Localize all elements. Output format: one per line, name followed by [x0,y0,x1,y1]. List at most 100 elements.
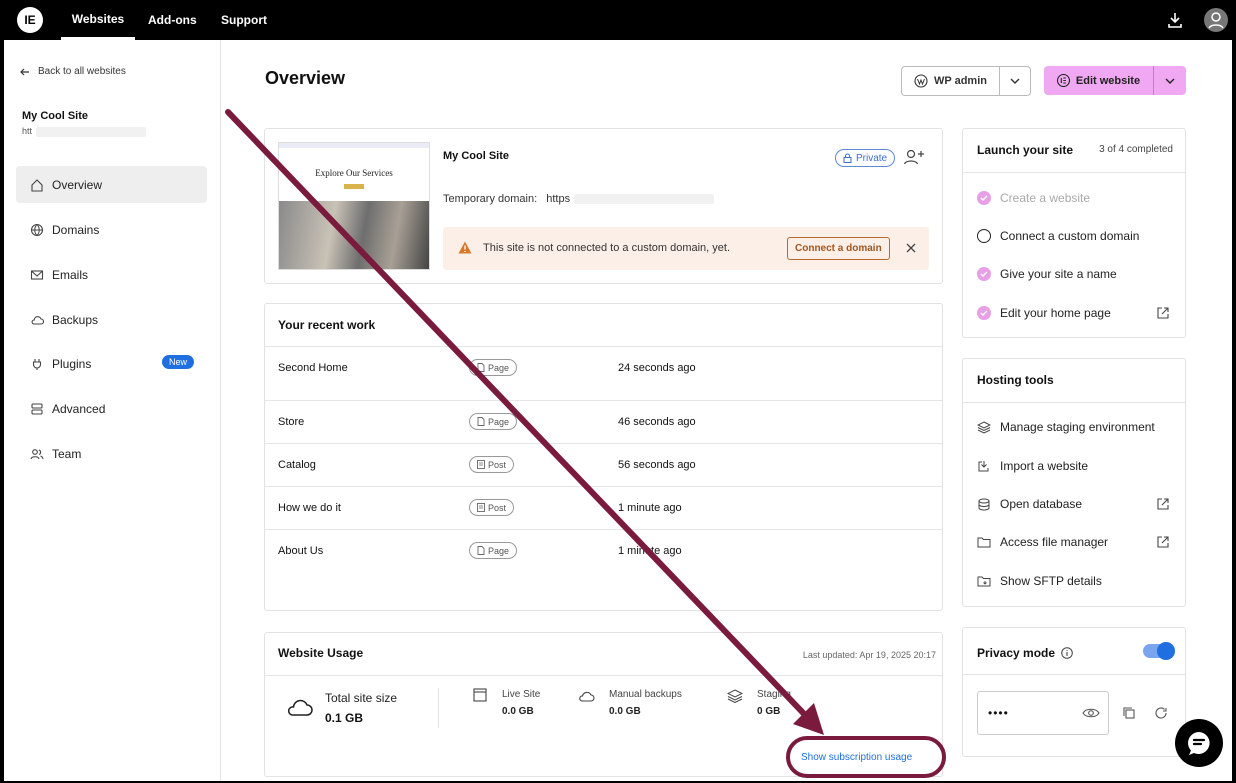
tool-database[interactable]: Open database [977,497,1082,511]
type-label: Post [488,459,507,470]
close-icon[interactable] [906,243,916,253]
copy-icon[interactable] [1122,706,1136,720]
sidebar-item-plugins[interactable]: Plugins New [16,345,207,382]
wp-admin-main[interactable]: WP admin [902,67,1000,95]
launch-title: Launch your site [977,143,1074,157]
sidebar-item-domains[interactable]: Domains [16,211,207,248]
external-link-icon[interactable] [1156,497,1170,511]
warning-icon [458,241,472,254]
launch-item-name[interactable]: Give your site a name [977,267,1117,281]
table-row[interactable]: Second Home Page 24 seconds ago [265,346,942,389]
sidebar-item-backups[interactable]: Backups [16,301,207,338]
redacted-url [36,126,147,137]
row-time: 24 seconds ago [618,362,696,374]
sidebar-item-label: Team [52,446,82,461]
type-badge: Page [469,542,518,559]
divider [963,402,1185,403]
table-row[interactable]: How we do it Post 1 minute ago [265,486,942,529]
divider [438,688,439,728]
launch-item-create[interactable]: Create a website [977,191,1090,205]
sidebar-site-name: My Cool Site [22,110,89,122]
privacy-badge[interactable]: Private [835,149,896,167]
connect-domain-button[interactable]: Connect a domain [787,237,890,260]
website-usage-card: Website Usage Last updated: Apr 19, 2025… [264,632,943,777]
launch-item-label: Edit your home page [1000,306,1111,320]
nav-websites[interactable]: Websites [61,0,135,40]
launch-item-label: Create a website [1000,191,1091,205]
launch-item-edit-home[interactable]: Edit your home page [977,306,1111,320]
sidebar-item-label: Backups [52,312,99,327]
server-icon [31,402,43,415]
password-value: •••• [988,706,1009,720]
sidebar-item-team[interactable]: Team [16,435,207,472]
wp-admin-dropdown[interactable] [1000,67,1030,95]
type-label: Page [488,416,510,427]
tool-sftp[interactable]: Show SFTP details [977,574,1102,588]
sidebar-item-label: Advanced [52,401,106,416]
edit-website-button[interactable]: Edit website [1044,66,1186,95]
thumbnail-photo [279,201,429,269]
tool-staging[interactable]: Manage staging environment [977,420,1155,434]
back-link[interactable]: Back to all websites [20,66,126,77]
thumbnail-button [344,184,364,189]
external-link-icon[interactable] [1156,306,1170,320]
add-user-icon[interactable] [903,148,925,166]
edit-website-main[interactable]: Edit website [1044,66,1154,95]
privacy-toggle[interactable] [1143,642,1175,660]
site-thumbnail[interactable]: Explore Our Services [278,142,430,270]
tool-import[interactable]: Import a website [977,459,1088,473]
recent-work-title: Your recent work [278,318,376,332]
app-window: IE Websites Add-ons Support Back to all … [0,0,1236,783]
stat-value: 0.0 GB [609,706,641,717]
sidebar-item-overview[interactable]: Overview [16,166,207,203]
eye-icon[interactable] [1082,707,1100,719]
usage-last-updated: Last updated: Apr 19, 2025 20:17 [802,650,936,660]
chevron-down-icon [1010,78,1020,84]
hosting-title: Hosting tools [977,373,1054,387]
sidebar-item-label: Emails [52,267,89,282]
tool-file-manager[interactable]: Access file manager [977,535,1108,549]
chevron-down-icon [1165,78,1175,84]
launch-card: Launch your site 3 of 4 completed Create… [962,128,1186,338]
elementor-logo[interactable]: IE [17,7,43,33]
privacy-title: Privacy mode [977,646,1056,660]
row-name[interactable]: Store [278,416,304,428]
cloud-backup-icon [579,691,595,702]
edit-website-dropdown[interactable] [1154,66,1186,95]
external-link-icon[interactable] [1156,535,1170,549]
page-icon [477,417,485,426]
sidebar-item-emails[interactable]: Emails [16,256,207,293]
page-title: Overview [265,68,346,88]
site-card-name: My Cool Site [443,150,510,162]
type-label: Post [488,502,507,513]
table-row[interactable]: Store Page 46 seconds ago [265,400,942,443]
stat-manual-backups: Manual backups 0.0 GB [609,689,682,717]
table-row[interactable]: About Us Page 1 minute ago [265,529,942,572]
browser-icon [473,688,487,702]
globe-icon [30,223,44,236]
nav-add-ons[interactable]: Add-ons [148,0,197,40]
table-row[interactable]: Catalog Post 56 seconds ago [265,443,942,486]
sidebar-item-advanced[interactable]: Advanced [16,390,207,427]
password-field[interactable]: •••• [977,691,1109,735]
refresh-icon[interactable] [1154,706,1168,720]
show-subscription-usage-link[interactable]: Show subscription usage [801,752,912,763]
row-name[interactable]: How we do it [278,502,341,514]
home-icon [31,178,43,192]
launch-item-connect-domain[interactable]: Connect a custom domain [977,229,1139,243]
temp-domain-value[interactable]: https [546,193,570,205]
download-icon[interactable] [1165,10,1185,30]
divider [963,674,1185,675]
row-name[interactable]: Second Home [278,362,348,374]
chat-button[interactable] [1175,719,1223,767]
launch-item-label: Connect a custom domain [1000,229,1140,243]
tool-label: Show SFTP details [1000,574,1102,588]
row-name[interactable]: Catalog [278,459,316,471]
info-icon[interactable] [1061,647,1073,659]
sftp-icon [977,576,991,586]
nav-support[interactable]: Support [221,0,267,40]
tool-label: Import a website [1000,459,1089,473]
user-avatar-icon[interactable] [1204,8,1228,32]
row-name[interactable]: About Us [278,545,323,557]
wp-admin-button[interactable]: WP admin [901,66,1031,96]
